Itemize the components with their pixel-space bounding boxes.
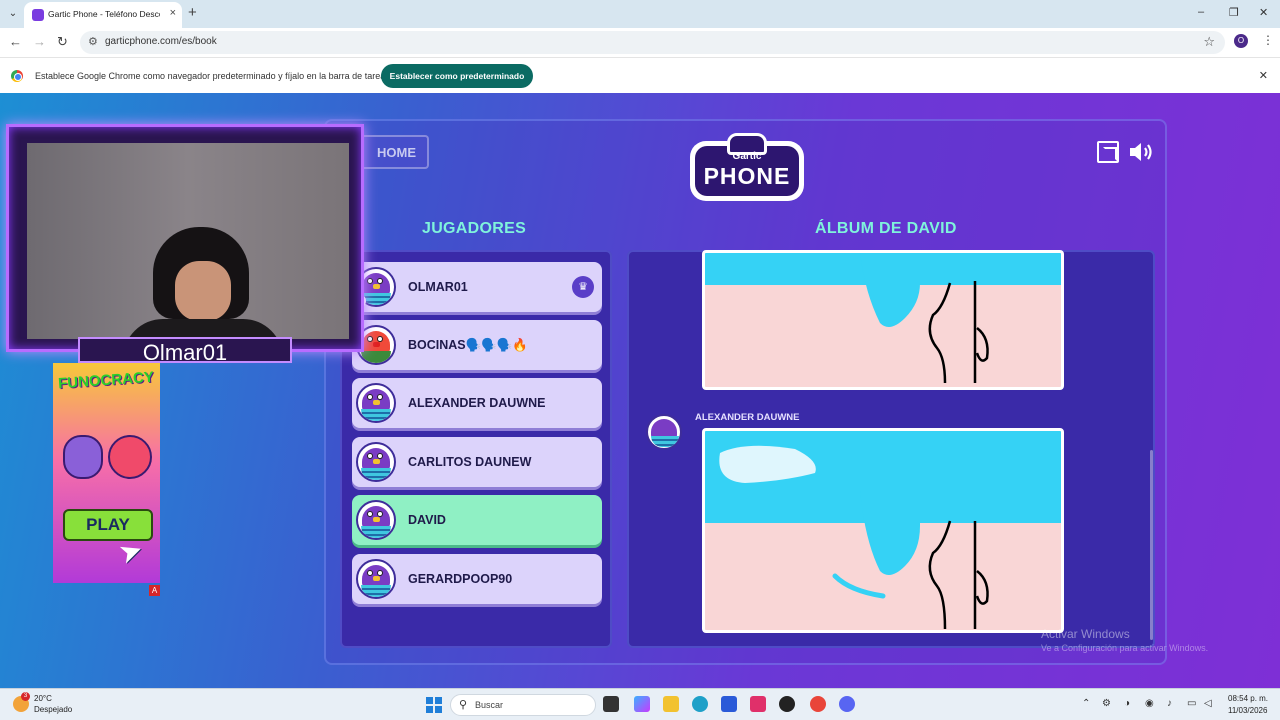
ad-logo-text: FUNOCRACY xyxy=(57,368,155,393)
windows-start-icon[interactable] xyxy=(426,697,442,713)
album-drawing xyxy=(702,250,1064,390)
tray-app-icon[interactable]: ◉ xyxy=(1145,698,1154,709)
ad-play-button[interactable]: PLAY xyxy=(63,509,153,541)
weather-notification-badge: 3 xyxy=(21,692,30,701)
player-item-active: DAVID xyxy=(352,495,602,545)
player-name: BOCINAS🗣️🗣️🗣️🔥 xyxy=(408,338,528,352)
restore-button[interactable]: ❐ xyxy=(1229,6,1239,19)
webcam-video xyxy=(27,143,349,339)
host-crown-icon: ♛ xyxy=(572,276,594,298)
ad-character xyxy=(108,435,152,479)
album-panel[interactable] xyxy=(627,250,1155,648)
players-panel: OLMAR01 ♛ BOCINAS🗣️🗣️🗣️🔥 ALEXANDER DAUWN… xyxy=(340,250,612,648)
streamer-name-bar: Olmar01 xyxy=(78,337,292,365)
copilot-icon[interactable] xyxy=(634,696,650,712)
players-title: JUGADORES xyxy=(422,220,527,237)
taskbar-search[interactable]: ⚲ Buscar xyxy=(450,694,596,716)
bookmark-star-icon[interactable]: ☆ xyxy=(1203,34,1215,50)
infobar-message: Establece Google Chrome como navegador p… xyxy=(35,71,390,81)
omnibox[interactable]: ⚙ garticphone.com/es/book ☆ xyxy=(80,31,1225,54)
album-author-avatar xyxy=(646,414,682,450)
home-label: HOME xyxy=(377,145,416,160)
player-item: OLMAR01 ♛ xyxy=(352,262,602,312)
gartic-phone-logo: Gartic PHONE xyxy=(690,133,804,205)
webcam-frame xyxy=(6,124,364,352)
tab-close-icon[interactable]: × xyxy=(170,7,176,19)
player-name: GERARDPOOP90 xyxy=(408,572,513,586)
edge-icon[interactable] xyxy=(692,696,708,712)
chrome-taskbar-icon[interactable] xyxy=(810,696,826,712)
logo-gartic-text: Gartic xyxy=(732,151,762,162)
album-scrollbar[interactable] xyxy=(1150,450,1153,640)
player-avatar xyxy=(356,442,396,482)
address-bar-row: ← → ↻ ⚙ garticphone.com/es/book ☆ xyxy=(0,28,1280,57)
logo-phone-text: PHONE xyxy=(703,163,791,189)
gartic-favicon-icon xyxy=(32,9,44,21)
set-default-button[interactable]: Establecer como predeterminado xyxy=(381,64,533,88)
profile-avatar[interactable]: O xyxy=(1234,34,1248,48)
windows-watermark-title: Activar Windows xyxy=(1041,627,1130,641)
new-tab-button[interactable]: + xyxy=(188,4,197,21)
volume-tray-icon[interactable]: ◁ xyxy=(1204,698,1212,709)
discord-icon[interactable] xyxy=(839,696,855,712)
tray-overflow-icon[interactable]: ⌃ xyxy=(1082,698,1090,709)
site-info-icon[interactable]: ⚙ xyxy=(88,35,98,48)
album-title: ÁLBUM DE DAVID xyxy=(815,220,957,237)
player-name: OLMAR01 xyxy=(408,280,468,294)
player-avatar xyxy=(356,383,396,423)
clock-date[interactable]: 11/03/2026 xyxy=(1228,706,1267,715)
player-item: BOCINAS🗣️🗣️🗣️🔥 xyxy=(352,320,602,370)
player-item: ALEXANDER DAUWNE xyxy=(352,378,602,428)
microphone-icon[interactable]: ♪ xyxy=(1167,698,1172,709)
windows-taskbar: 3 20°C Despejado ⚲ Buscar ⌃ ⚙ ◑ ◉ ♪ ▭ ◁ … xyxy=(0,688,1280,720)
advertisement[interactable]: FUNOCRACY PLAY ➤ xyxy=(53,363,160,583)
player-item: CARLITOS DAUNEW xyxy=(352,437,602,487)
player-avatar xyxy=(356,500,396,540)
browser-tab[interactable]: Gartic Phone - Teléfono Descon × xyxy=(24,2,182,28)
tab-title: Gartic Phone - Teléfono Descon xyxy=(48,9,160,19)
player-item: GERARDPOOP90 xyxy=(352,554,602,604)
album-drawing xyxy=(702,428,1064,633)
tray-app-icon[interactable]: ⚙ xyxy=(1102,698,1111,709)
tab-search-icon[interactable]: ⌄ xyxy=(4,5,22,23)
volume-icon[interactable] xyxy=(1128,139,1156,165)
tiktok-icon[interactable] xyxy=(750,696,766,712)
title-bar: ⌄ Gartic Phone - Teléfono Descon × + – ❐… xyxy=(0,0,1280,28)
network-icon[interactable]: ▭ xyxy=(1187,698,1196,709)
window-close-button[interactable]: ✕ xyxy=(1259,6,1268,19)
player-name: CARLITOS DAUNEW xyxy=(408,455,532,469)
chrome-logo-icon xyxy=(11,70,23,82)
store-icon[interactable] xyxy=(721,696,737,712)
windows-watermark-subtitle: Ve a Configuración para activar Windows. xyxy=(1041,643,1209,653)
reload-icon[interactable]: ↻ xyxy=(57,34,68,50)
file-explorer-icon[interactable] xyxy=(663,696,679,712)
chrome-menu-icon[interactable]: ⋮ xyxy=(1262,33,1274,47)
task-view-icon[interactable] xyxy=(603,696,619,712)
default-browser-infobar: Establece Google Chrome como navegador p… xyxy=(0,57,1280,93)
player-avatar xyxy=(356,559,396,599)
player-name: DAVID xyxy=(408,513,446,527)
ad-character xyxy=(63,435,103,479)
search-icon: ⚲ xyxy=(459,699,468,711)
back-icon[interactable]: ← xyxy=(9,34,22,49)
infobar-close-icon[interactable]: ✕ xyxy=(1259,69,1268,82)
weather-description[interactable]: Despejado xyxy=(34,705,72,714)
obs-icon[interactable] xyxy=(779,696,795,712)
weather-temperature[interactable]: 20°C xyxy=(34,694,52,703)
url-text[interactable]: garticphone.com/es/book xyxy=(105,36,217,47)
clock-time[interactable]: 08:54 p. m. xyxy=(1228,694,1268,703)
fullscreen-icon[interactable] xyxy=(1097,141,1119,163)
album-author-name: ALEXANDER DAUWNE xyxy=(695,412,800,423)
player-name: ALEXANDER DAUWNE xyxy=(408,396,546,410)
minimize-button[interactable]: – xyxy=(1198,6,1204,18)
forward-icon[interactable]: → xyxy=(33,34,46,49)
tray-app-icon[interactable]: ◑ xyxy=(1124,698,1130,709)
search-placeholder: Buscar xyxy=(475,700,504,710)
ad-choices-badge[interactable]: A xyxy=(149,585,160,596)
